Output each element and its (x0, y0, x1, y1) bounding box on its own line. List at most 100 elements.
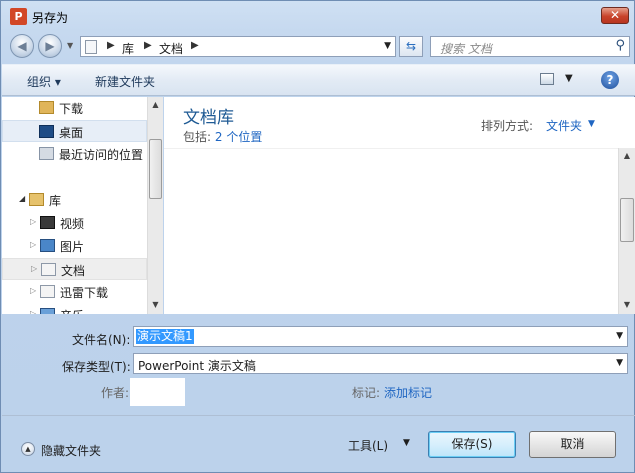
help-icon[interactable]: ? (601, 71, 619, 89)
nav-label: 最近访问的位置 (59, 148, 144, 162)
collapsed-arrow-icon[interactable]: ▷ (30, 309, 36, 314)
chevron-down-icon[interactable]: ▼ (403, 438, 410, 448)
author-field[interactable] (130, 378, 185, 406)
locations-link[interactable]: 2 个位置 (215, 130, 262, 144)
divider (2, 415, 635, 416)
video-icon (40, 216, 55, 229)
nav-item-recent[interactable]: 最近访问的位置 (2, 143, 147, 165)
toolbar: 组织 ▾ 新建文件夹 ▼ ? (2, 64, 635, 96)
nav-item-music[interactable]: ▷ 音乐 (2, 304, 147, 314)
recent-places-icon (39, 147, 54, 160)
scroll-up-icon[interactable]: ▲ (148, 100, 163, 109)
filetype-label: 保存类型(T): (62, 360, 131, 374)
breadcrumb-documents[interactable]: 文档 (159, 40, 183, 57)
nav-label: 视频 (60, 217, 85, 231)
window-title: 另存为 (32, 11, 69, 25)
collapsed-arrow-icon[interactable]: ▷ (31, 264, 37, 273)
close-button[interactable]: ✕ (601, 7, 629, 24)
scroll-down-icon[interactable]: ▼ (619, 300, 635, 309)
title-bar: P 另存为 ✕ (1, 1, 634, 31)
nav-item-thunder-downloads[interactable]: ▷ 迅雷下载 (2, 281, 147, 303)
refresh-button[interactable]: ⇆ (399, 36, 423, 57)
nav-label: 文档 (61, 264, 86, 278)
nav-item-downloads[interactable]: 下载 (2, 97, 147, 119)
recent-locations-dropdown[interactable]: ▼ (67, 41, 73, 50)
arrow-left-icon: ◀ (17, 39, 27, 53)
chevron-right-icon[interactable]: ▶ (144, 40, 152, 51)
scroll-down-icon[interactable]: ▼ (148, 300, 163, 309)
nav-label: 库 (49, 194, 62, 208)
scroll-thumb[interactable] (149, 139, 162, 199)
forward-button[interactable]: ▶ (38, 34, 62, 58)
nav-item-library[interactable]: ◢ 库 (2, 189, 147, 211)
documents-icon (40, 285, 55, 298)
view-options-icon[interactable] (540, 73, 554, 85)
filetype-value: PowerPoint 演示文稿 (138, 359, 256, 373)
scroll-thumb[interactable] (620, 198, 634, 242)
filetype-select[interactable]: PowerPoint 演示文稿 ▼ (133, 353, 628, 374)
address-bar[interactable]: ▶ 库 ▶ 文档 ▶ ▼ (80, 36, 396, 57)
nav-label: 图片 (60, 240, 85, 254)
arrange-by-dropdown[interactable]: 文件夹 (546, 117, 582, 134)
file-list-pane: 文档库 包括: 2 个位置 排列方式: 文件夹 ▼ ▲ ▼ (164, 97, 635, 314)
nav-scrollbar[interactable]: ▲ ▼ (147, 97, 163, 314)
nav-label: 迅雷下载 (60, 286, 109, 300)
chevron-down-icon[interactable]: ▼ (616, 358, 623, 368)
chevron-down-icon[interactable]: ▼ (588, 119, 595, 129)
filename-input[interactable]: 演示文稿1 ▼ (133, 326, 628, 347)
powerpoint-app-icon: P (10, 8, 27, 25)
author-label: 作者: (101, 386, 130, 400)
nav-item-desktop[interactable]: 桌面 (2, 120, 147, 142)
collapsed-arrow-icon[interactable]: ▷ (30, 240, 36, 249)
arrange-label: 排列方式: (481, 119, 534, 133)
expanded-arrow-icon[interactable]: ◢ (19, 194, 25, 203)
chevron-down-icon[interactable]: ▼ (616, 331, 623, 341)
filename-label: 文件名(N): (72, 333, 131, 347)
organize-button[interactable]: 组织 ▾ (27, 73, 61, 90)
new-folder-button[interactable]: 新建文件夹 (95, 73, 155, 90)
includes-label: 包括: (183, 130, 212, 144)
documents-icon (41, 263, 56, 276)
add-tags-link[interactable]: 添加标记 (384, 384, 432, 401)
collapsed-arrow-icon[interactable]: ▷ (30, 217, 36, 226)
nav-item-documents[interactable]: ▷ 文档 (2, 258, 147, 280)
scroll-up-icon[interactable]: ▲ (619, 151, 635, 160)
chevron-right-icon[interactable]: ▶ (107, 40, 115, 51)
tools-button[interactable]: 工具(L) (348, 437, 388, 454)
desktop-icon (39, 125, 54, 138)
nav-item-pictures[interactable]: ▷ 图片 (2, 235, 147, 257)
refresh-icon: ⇆ (405, 39, 417, 53)
library-includes: 包括: 2 个位置 (183, 128, 262, 145)
navigation-pane: 下载 桌面 最近访问的位置 ◢ 库 ▷ 视频 ▷ 图片 ▷ 文档 ▷ 迅雷下载 … (2, 97, 163, 314)
search-placeholder: 搜索 文档 (440, 42, 492, 56)
music-icon (40, 308, 55, 314)
tags-label: 标记: (352, 386, 381, 400)
cancel-button[interactable]: 取消 (529, 431, 616, 458)
save-as-dialog: P 另存为 ✕ ◀ ▶ ▼ ▶ 库 ▶ 文档 ▶ ▼ ⇆ 搜索 文档 ⚲ 组织 … (0, 0, 635, 473)
nav-label: 桌面 (59, 126, 84, 140)
hide-folders-button[interactable]: 隐藏文件夹 (41, 442, 101, 459)
breadcrumb-library[interactable]: 库 (122, 40, 134, 57)
collapse-icon[interactable]: ▲ (21, 442, 35, 456)
content-scrollbar[interactable]: ▲ ▼ (618, 148, 635, 314)
nav-label: 音乐 (60, 307, 84, 314)
save-button[interactable]: 保存(S) (428, 431, 516, 458)
picture-icon (40, 239, 55, 252)
downloads-folder-icon (39, 101, 54, 114)
file-list[interactable] (164, 148, 618, 314)
back-button[interactable]: ◀ (10, 34, 34, 58)
filename-value: 演示文稿1 (136, 329, 194, 344)
library-icon (29, 193, 44, 206)
chevron-right-icon[interactable]: ▶ (191, 40, 199, 51)
collapsed-arrow-icon[interactable]: ▷ (30, 286, 36, 295)
document-icon (85, 40, 97, 54)
nav-item-videos[interactable]: ▷ 视频 (2, 212, 147, 234)
search-input[interactable]: 搜索 文档 ⚲ (430, 36, 630, 57)
nav-label: 下载 (59, 102, 84, 116)
view-dropdown-icon[interactable]: ▼ (565, 73, 573, 84)
arrow-right-icon: ▶ (45, 39, 55, 53)
address-dropdown-icon[interactable]: ▼ (384, 41, 391, 51)
search-icon[interactable]: ⚲ (615, 38, 625, 53)
close-icon: ✕ (609, 8, 621, 22)
library-title: 文档库 (183, 108, 234, 128)
